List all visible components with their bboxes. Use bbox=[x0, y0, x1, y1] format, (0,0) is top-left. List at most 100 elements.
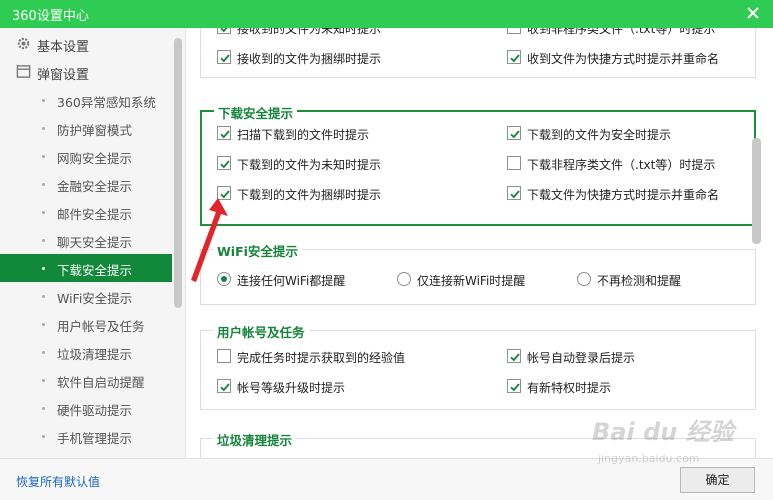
sidebar-item[interactable]: 防护弹窗模式 bbox=[0, 114, 172, 142]
sidebar-item[interactable]: 邮件安全提示 bbox=[0, 198, 172, 226]
bullet-icon bbox=[42, 211, 45, 214]
checkbox-unchecked-icon[interactable] bbox=[507, 156, 521, 170]
watermark: Bai du 经验 jingyan.baidu.com bbox=[592, 412, 742, 472]
sidebar: 基本设置 弹窗设置 360异常感知系统 防护弹窗模式 网购安全提示 金融安全提示 邮件安… bbox=[0, 28, 186, 458]
option-label: 完成任务时提示获取到的经验值 bbox=[237, 351, 406, 365]
sidebar-group-label: 基本设置 bbox=[37, 40, 90, 55]
bullet-icon bbox=[42, 183, 45, 186]
sidebar-item-label: 金融安全提示 bbox=[57, 179, 133, 194]
checkbox-checked-icon[interactable] bbox=[507, 186, 521, 200]
option-label: 仅连接新WiFi时提醒 bbox=[417, 274, 526, 288]
bullet-icon bbox=[42, 323, 45, 326]
option-label: 收到文件为快捷方式时提示并重命名 bbox=[527, 52, 720, 66]
option-label: 帐号自动登录后提示 bbox=[527, 351, 636, 365]
bullet-icon bbox=[42, 407, 45, 410]
section-download: 下载安全提示 扫描下载到的文件时提示 下载到的文件为安全时提示下载到的文件为未知时… bbox=[200, 103, 756, 226]
section-wifi: WiFi安全提示 连接任何WiFi都提醒 仅连接新WiFi时提醒 不再检测和提醒 bbox=[200, 241, 756, 305]
sidebar-item-label: 聊天安全提示 bbox=[57, 235, 133, 250]
content-scrollbar[interactable] bbox=[752, 138, 761, 244]
sidebar-item[interactable]: 网购安全提示 bbox=[0, 142, 172, 170]
sidebar-item-label: 邮件安全提示 bbox=[57, 207, 133, 222]
sidebar-item-label: 硬件驱动提示 bbox=[57, 403, 133, 418]
sidebar-item[interactable]: 360异常感知系统 bbox=[0, 86, 172, 114]
settings-window: 360设置中心 基本设置 弹窗设置 360异常感知系统 防护弹窗模式 网购安全提示金… bbox=[0, 0, 773, 500]
bullet-icon bbox=[42, 267, 45, 270]
section-title: WiFi安全提示 bbox=[213, 241, 302, 260]
option-label: 接收到的文件为捆绑时提示 bbox=[237, 52, 382, 66]
checkbox-unchecked-icon[interactable] bbox=[507, 28, 521, 34]
option-label: 下载非程序类文件（.txt等）时提示 bbox=[527, 158, 716, 172]
sidebar-item[interactable]: 硬件驱动提示 bbox=[0, 394, 172, 422]
checkbox-checked-icon[interactable] bbox=[217, 126, 231, 140]
bullet-icon bbox=[42, 155, 45, 158]
checkbox-checked-icon[interactable] bbox=[217, 50, 231, 64]
sidebar-item-label: 用户帐号及任务 bbox=[57, 319, 145, 334]
option-label: 下载文件为快捷方式时提示并重命名 bbox=[527, 188, 720, 202]
option-label: 下载到的文件为安全时提示 bbox=[527, 128, 672, 142]
checkbox-checked-icon[interactable] bbox=[507, 349, 521, 363]
gear-icon bbox=[16, 36, 31, 51]
checkbox-checked-icon[interactable] bbox=[217, 379, 231, 393]
checkbox-checked-icon[interactable] bbox=[507, 50, 521, 64]
option-label: 有新特权时提示 bbox=[527, 381, 612, 395]
sidebar-group-basic[interactable]: 基本设置 bbox=[0, 30, 172, 58]
sidebar-item[interactable]: 手机管理提示 bbox=[0, 422, 172, 450]
section-title: 下载安全提示 bbox=[214, 103, 298, 122]
radio-unselected-icon[interactable] bbox=[577, 272, 591, 286]
section-title: 垃圾清理提示 bbox=[213, 430, 297, 449]
bullet-icon bbox=[42, 99, 45, 102]
sidebar-item-label: 360异常感知系统 bbox=[57, 95, 156, 110]
title-bar: 360设置中心 bbox=[0, 0, 773, 28]
window-icon bbox=[16, 64, 31, 79]
bullet-icon bbox=[42, 379, 45, 382]
section-chat-tail: 接收到的文件为未知时提示 收到非程序类文件（.txt等）时提示接收到的文件为捆绑时… bbox=[200, 28, 756, 78]
checkbox-checked-icon[interactable] bbox=[217, 28, 231, 34]
section-account: 用户帐号及任务 完成任务时提示获取到的经验值 帐号自动登录后提示帐号等级升级时提示… bbox=[200, 322, 756, 410]
sidebar-group-label: 弹窗设置 bbox=[37, 68, 90, 83]
option-label: 扫描下载到的文件时提示 bbox=[237, 128, 370, 142]
sidebar-item[interactable]: 聊天安全提示 bbox=[0, 226, 172, 254]
radio-unselected-icon[interactable] bbox=[397, 272, 411, 286]
watermark-text: Bai du 经验 bbox=[592, 418, 734, 446]
radio-selected-icon[interactable] bbox=[217, 272, 231, 286]
sidebar-item-label: 下载安全提示 bbox=[57, 263, 133, 278]
sidebar-item-label: 软件自启动提醒 bbox=[57, 375, 145, 390]
sidebar-scrollbar[interactable] bbox=[174, 38, 182, 308]
option-label: 收到非程序类文件（.txt等）时提示 bbox=[527, 28, 716, 36]
watermark-url: jingyan.baidu.com bbox=[598, 452, 700, 465]
window-title: 360设置中心 bbox=[12, 9, 89, 24]
option-label: 帐号等级升级时提示 bbox=[237, 381, 346, 395]
option-label: 下载到的文件为捆绑时提示 bbox=[237, 188, 382, 202]
sidebar-item-label: 手机管理提示 bbox=[57, 431, 133, 446]
checkbox-unchecked-icon[interactable] bbox=[217, 349, 231, 363]
checkbox-checked-icon[interactable] bbox=[507, 379, 521, 393]
content-panel: 接收到的文件为未知时提示 收到非程序类文件（.txt等）时提示接收到的文件为捆绑时… bbox=[187, 28, 773, 458]
sidebar-item[interactable]: 金融安全提示 bbox=[0, 170, 172, 198]
sidebar-item-label: 垃圾清理提示 bbox=[57, 347, 133, 362]
bullet-icon bbox=[42, 351, 45, 354]
radio-dot bbox=[221, 276, 227, 282]
option-label: 不再检测和提醒 bbox=[597, 274, 682, 288]
option-label: 下载到的文件为未知时提示 bbox=[237, 158, 382, 172]
sidebar-item[interactable]: 下载安全提示 bbox=[0, 254, 172, 282]
sidebar-group-popup[interactable]: 弹窗设置 bbox=[0, 58, 172, 86]
sidebar-item-label: 防护弹窗模式 bbox=[57, 123, 133, 138]
close-icon[interactable] bbox=[743, 2, 763, 24]
bullet-icon bbox=[42, 127, 45, 130]
sidebar-item[interactable]: WiFi安全提示 bbox=[0, 282, 172, 310]
bullet-icon bbox=[42, 239, 45, 242]
sidebar-item-label: 网购安全提示 bbox=[57, 151, 133, 166]
checkbox-checked-icon[interactable] bbox=[217, 156, 231, 170]
bullet-icon bbox=[42, 295, 45, 298]
sidebar-item[interactable]: 软件自启动提醒 bbox=[0, 366, 172, 394]
sidebar-item-label: WiFi安全提示 bbox=[57, 291, 133, 306]
bullet-icon bbox=[42, 435, 45, 438]
checkbox-checked-icon[interactable] bbox=[507, 126, 521, 140]
restore-defaults-link[interactable]: 恢复所有默认值 bbox=[16, 473, 100, 490]
option-label: 连接任何WiFi都提醒 bbox=[237, 274, 346, 288]
sidebar-item[interactable]: 垃圾清理提示 bbox=[0, 338, 172, 366]
sidebar-item[interactable]: 用户帐号及任务 bbox=[0, 310, 172, 338]
section-title: 用户帐号及任务 bbox=[213, 322, 309, 341]
option-label: 接收到的文件为未知时提示 bbox=[237, 28, 382, 36]
checkbox-checked-icon[interactable] bbox=[217, 186, 231, 200]
